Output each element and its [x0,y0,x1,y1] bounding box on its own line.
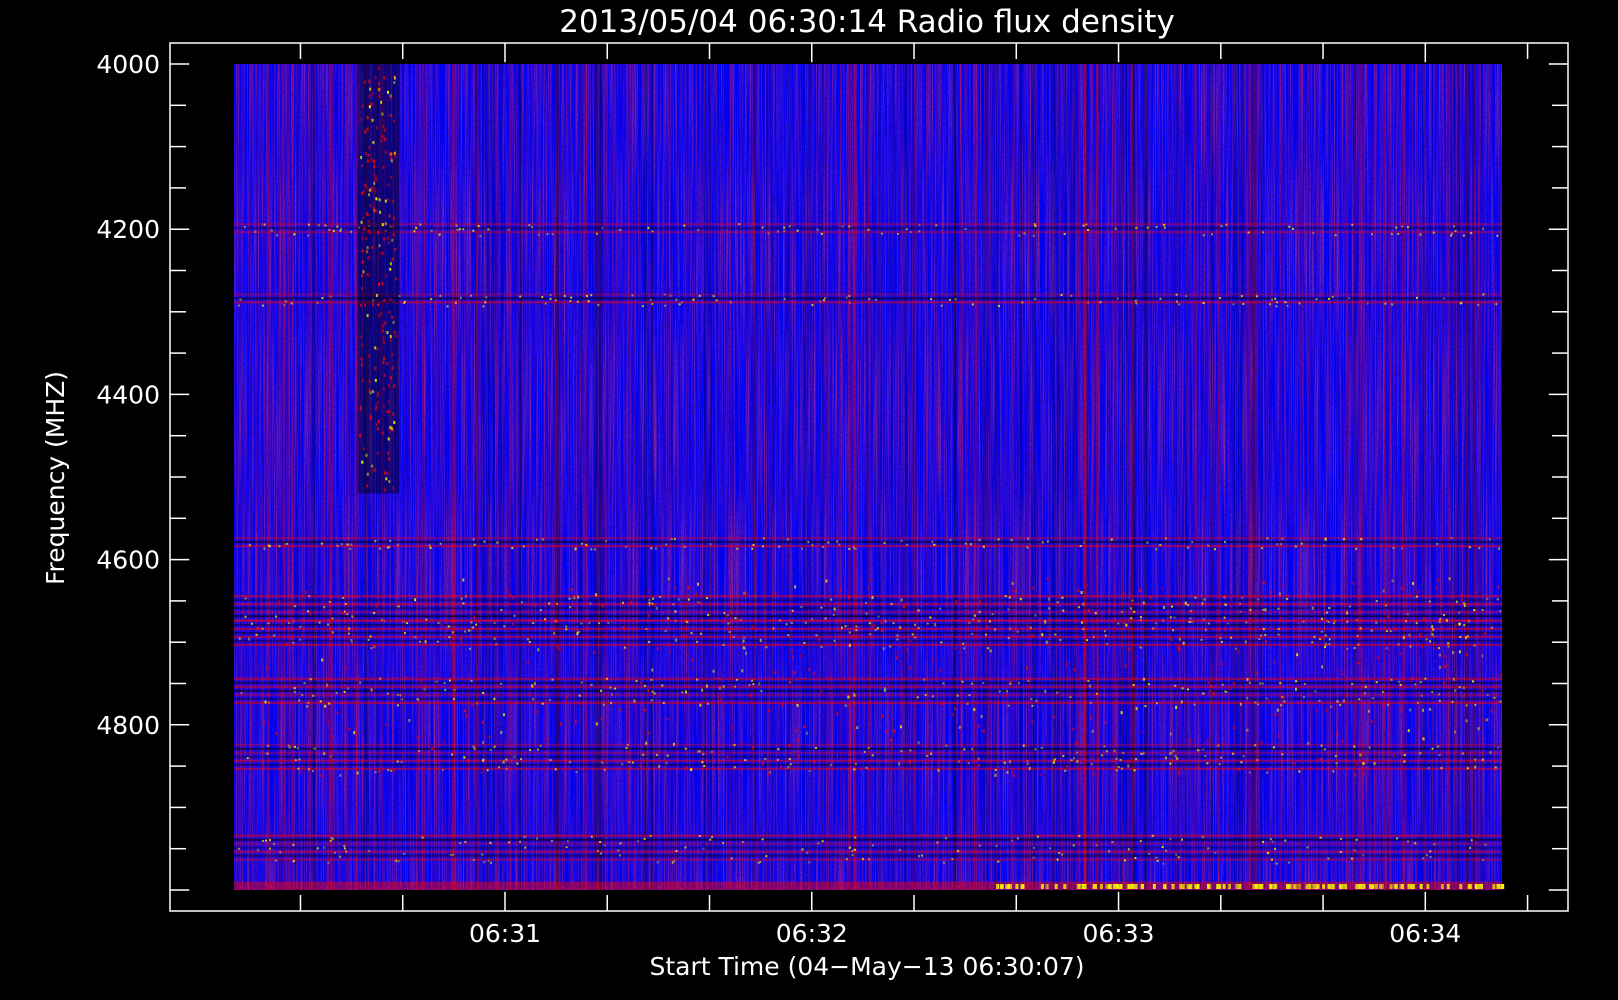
spectrogram-chart: 2013/05/04 06:30:14 Radio flux density S… [41,4,1569,981]
y-tick-label: 4600 [96,546,160,575]
x-tick-label: 06:31 [469,919,541,948]
y-tick-label: 4800 [96,711,160,740]
y-axis-label: Frequency (MHZ) [41,371,70,585]
heatmap-image [234,64,1505,890]
chart-title: 2013/05/04 06:30:14 Radio flux density [559,4,1175,40]
x-axis-label: Start Time (04−May−13 06:30:07) [649,952,1084,981]
x-tick-label: 06:33 [1082,919,1154,948]
y-tick-label: 4400 [96,380,160,409]
y-tick-label: 4000 [96,50,160,79]
x-tick-label: 06:32 [776,919,848,948]
x-tick-label: 06:34 [1389,919,1461,948]
heatmap-dark-speckle [234,64,1502,890]
x-tick-labels: 06:31 06:32 06:33 06:34 [469,919,1461,948]
y-tick-labels: 4000 4200 4400 4600 4800 [96,50,160,740]
y-tick-label: 4200 [96,215,160,244]
